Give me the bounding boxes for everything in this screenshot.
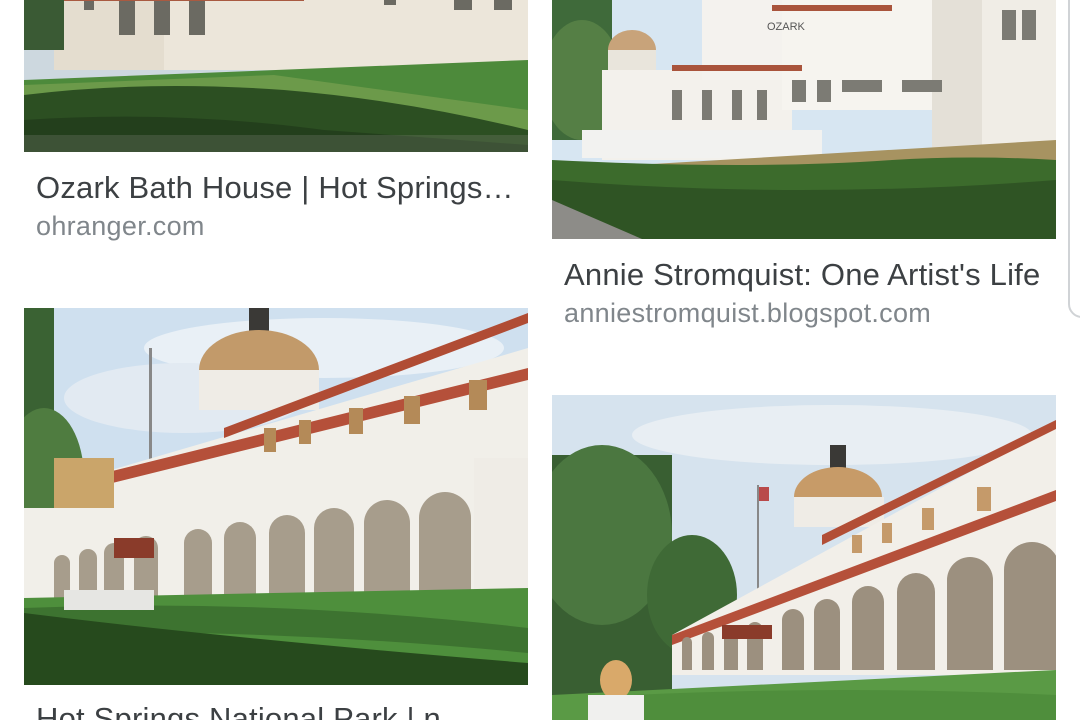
result-thumbnail[interactable] (24, 308, 528, 685)
result-card-annie-stromquist[interactable]: OZARK Annie Stromquist: One Artist's Lif… (552, 0, 1056, 329)
result-thumbnail[interactable] (552, 395, 1056, 720)
result-title[interactable]: Hot Springs National Park | n (24, 699, 528, 720)
result-card-quapaw-arcade[interactable] (552, 395, 1056, 720)
image-results-grid: Ozark Bath House | Hot Springs National … (0, 0, 1080, 720)
quapaw-bathhouse-photo-icon (24, 308, 528, 685)
result-card-ozark-bath-house[interactable]: Ozark Bath House | Hot Springs National … (24, 0, 528, 242)
result-thumbnail[interactable] (24, 0, 528, 152)
result-card-hot-springs-national-park[interactable]: Hot Springs National Park | n (24, 308, 528, 720)
ozark-bathhouse-photo-icon: OZARK (552, 0, 1056, 239)
result-source[interactable]: ohranger.com (24, 210, 528, 242)
scroll-indicator[interactable] (1068, 0, 1080, 318)
quapaw-arcade-photo-icon (552, 395, 1056, 720)
ozark-sign: OZARK (767, 21, 806, 33)
result-title[interactable]: Ozark Bath House | Hot Springs National … (24, 168, 528, 208)
result-source[interactable]: anniestromquist.blogspot.com (552, 297, 1056, 329)
result-title[interactable]: Annie Stromquist: One Artist's Life (552, 255, 1056, 295)
result-thumbnail[interactable]: OZARK (552, 0, 1056, 239)
bathhouse-photo-icon (24, 0, 528, 152)
